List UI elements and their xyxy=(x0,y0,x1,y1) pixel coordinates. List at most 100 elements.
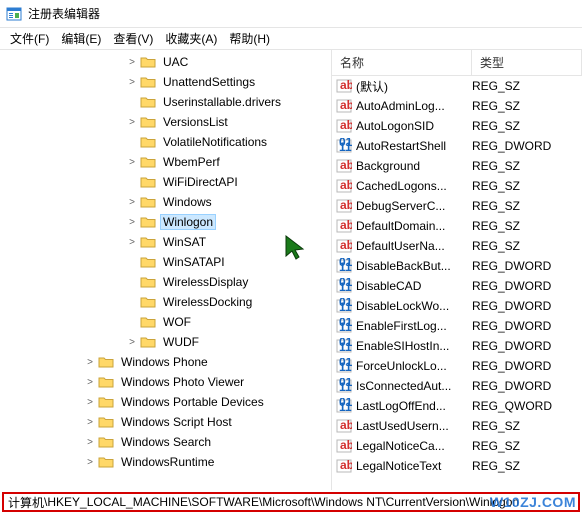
menu-edit[interactable]: 编辑(E) xyxy=(55,28,107,49)
list-row[interactable]: 011110ForceUnlockLo...REG_DWORD xyxy=(332,356,582,376)
menu-favorites[interactable]: 收藏夹(A) xyxy=(159,28,223,49)
value-name: EnableFirstLog... xyxy=(356,319,472,333)
expander-icon[interactable]: > xyxy=(126,217,138,228)
tree-item-label: UnattendSettings xyxy=(160,74,258,90)
tree-item[interactable]: > UnattendSettings xyxy=(0,72,331,92)
value-type: REG_SZ xyxy=(472,119,520,133)
string-value-icon: ab xyxy=(336,218,352,234)
menu-view[interactable]: 查看(V) xyxy=(107,28,159,49)
list-row[interactable]: 011110EnableSIHostIn...REG_DWORD xyxy=(332,336,582,356)
menu-help[interactable]: 帮助(H) xyxy=(223,28,276,49)
value-type: REG_DWORD xyxy=(472,319,551,333)
tree-item-label: Windows Phone xyxy=(118,354,211,370)
svg-text:110: 110 xyxy=(339,300,352,314)
expander-icon[interactable]: > xyxy=(126,117,138,128)
list-row[interactable]: abAutoLogonSIDREG_SZ xyxy=(332,116,582,136)
list-row[interactable]: 011110DisableLockWo...REG_DWORD xyxy=(332,296,582,316)
list-row[interactable]: 011110AutoRestartShellREG_DWORD xyxy=(332,136,582,156)
svg-text:110: 110 xyxy=(339,400,352,414)
tree-item[interactable]: > WindowsRuntime xyxy=(0,452,331,472)
registry-tree[interactable]: >UAC>UnattendSettingsUserinstallable.dri… xyxy=(0,50,332,490)
expander-icon[interactable]: > xyxy=(126,197,138,208)
tree-item[interactable]: >VersionsList xyxy=(0,112,331,132)
value-name: ForceUnlockLo... xyxy=(356,359,472,373)
expander-icon[interactable]: > xyxy=(126,157,138,168)
menu-file[interactable]: 文件(F) xyxy=(4,28,55,49)
folder-icon xyxy=(98,355,114,369)
svg-text:ab: ab xyxy=(340,418,352,432)
svg-text:ab: ab xyxy=(340,178,352,192)
col-header-name[interactable]: 名称 xyxy=(332,50,472,75)
list-row[interactable]: abCachedLogons...REG_SZ xyxy=(332,176,582,196)
list-row[interactable]: abAutoAdminLog...REG_SZ xyxy=(332,96,582,116)
list-row[interactable]: abDebugServerC...REG_SZ xyxy=(332,196,582,216)
tree-item[interactable]: WirelessDocking xyxy=(0,292,331,312)
value-name: AutoAdminLog... xyxy=(356,99,472,113)
expander-icon[interactable]: > xyxy=(84,457,96,468)
expander-icon[interactable]: > xyxy=(84,397,96,408)
binary-value-icon: 011110 xyxy=(336,298,352,314)
folder-icon xyxy=(140,195,156,209)
binary-value-icon: 011110 xyxy=(336,378,352,394)
tree-item[interactable]: >WUDF xyxy=(0,332,331,352)
list-header: 名称 类型 xyxy=(332,50,582,76)
value-name: EnableSIHostIn... xyxy=(356,339,472,353)
tree-item[interactable]: >Winlogon xyxy=(0,212,331,232)
svg-text:110: 110 xyxy=(339,360,352,374)
list-row[interactable]: 011110DisableCADREG_DWORD xyxy=(332,276,582,296)
tree-item-label: WindowsRuntime xyxy=(118,454,217,470)
svg-text:ab: ab xyxy=(340,238,352,252)
expander-icon[interactable]: > xyxy=(84,377,96,388)
tree-item[interactable]: > Windows Phone xyxy=(0,352,331,372)
expander-icon[interactable]: > xyxy=(126,337,138,348)
tree-item[interactable]: > Windows Search xyxy=(0,432,331,452)
tree-item[interactable]: >WinSAT xyxy=(0,232,331,252)
value-type: REG_DWORD xyxy=(472,259,551,273)
expander-icon[interactable]: > xyxy=(126,57,138,68)
tree-item-label: Windows Portable Devices xyxy=(118,394,267,410)
expander-icon[interactable]: > xyxy=(84,357,96,368)
list-row[interactable]: abLegalNoticeCa...REG_SZ xyxy=(332,436,582,456)
list-row[interactable]: ab(默认)REG_SZ xyxy=(332,76,582,96)
value-name: DebugServerC... xyxy=(356,199,472,213)
folder-icon xyxy=(98,415,114,429)
list-row[interactable]: abDefaultDomain...REG_SZ xyxy=(332,216,582,236)
col-header-type[interactable]: 类型 xyxy=(472,50,582,75)
value-name: (默认) xyxy=(356,78,472,95)
string-value-icon: ab xyxy=(336,158,352,174)
binary-value-icon: 011110 xyxy=(336,278,352,294)
tree-item-label: Windows Search xyxy=(118,434,214,450)
string-value-icon: ab xyxy=(336,178,352,194)
expander-icon[interactable]: > xyxy=(126,237,138,248)
tree-item[interactable]: >Windows Photo Viewer xyxy=(0,372,331,392)
value-type: REG_SZ xyxy=(472,439,520,453)
values-list[interactable]: 名称 类型 ab(默认)REG_SZabAutoAdminLog...REG_S… xyxy=(332,50,582,490)
value-type: REG_SZ xyxy=(472,159,520,173)
tree-item[interactable]: > Windows Portable Devices xyxy=(0,392,331,412)
list-row[interactable]: 011110IsConnectedAut...REG_DWORD xyxy=(332,376,582,396)
tree-item[interactable]: WirelessDisplay xyxy=(0,272,331,292)
list-row[interactable]: abLastUsedUsern...REG_SZ xyxy=(332,416,582,436)
tree-item[interactable]: WOF xyxy=(0,312,331,332)
list-row[interactable]: abLegalNoticeTextREG_SZ xyxy=(332,456,582,476)
tree-item[interactable]: >UAC xyxy=(0,52,331,72)
tree-item[interactable]: Userinstallable.drivers xyxy=(0,92,331,112)
list-row[interactable]: 011110EnableFirstLog...REG_DWORD xyxy=(332,316,582,336)
tree-item[interactable]: >WbemPerf xyxy=(0,152,331,172)
tree-item[interactable]: >Windows Script Host xyxy=(0,412,331,432)
expander-icon[interactable]: > xyxy=(126,77,138,88)
expander-icon[interactable]: > xyxy=(84,417,96,428)
list-row[interactable]: abBackgroundREG_SZ xyxy=(332,156,582,176)
binary-value-icon: 011110 xyxy=(336,358,352,374)
list-row[interactable]: abDefaultUserNa...REG_SZ xyxy=(332,236,582,256)
folder-icon xyxy=(140,155,156,169)
tree-item[interactable]: WiFiDirectAPI xyxy=(0,172,331,192)
value-type: REG_DWORD xyxy=(472,299,551,313)
svg-text:ab: ab xyxy=(340,158,352,172)
tree-item[interactable]: VolatileNotifications xyxy=(0,132,331,152)
tree-item[interactable]: >Windows xyxy=(0,192,331,212)
tree-item[interactable]: WinSATAPI xyxy=(0,252,331,272)
list-row[interactable]: 011110LastLogOffEnd...REG_QWORD xyxy=(332,396,582,416)
expander-icon[interactable]: > xyxy=(84,437,96,448)
list-row[interactable]: 011110DisableBackBut...REG_DWORD xyxy=(332,256,582,276)
